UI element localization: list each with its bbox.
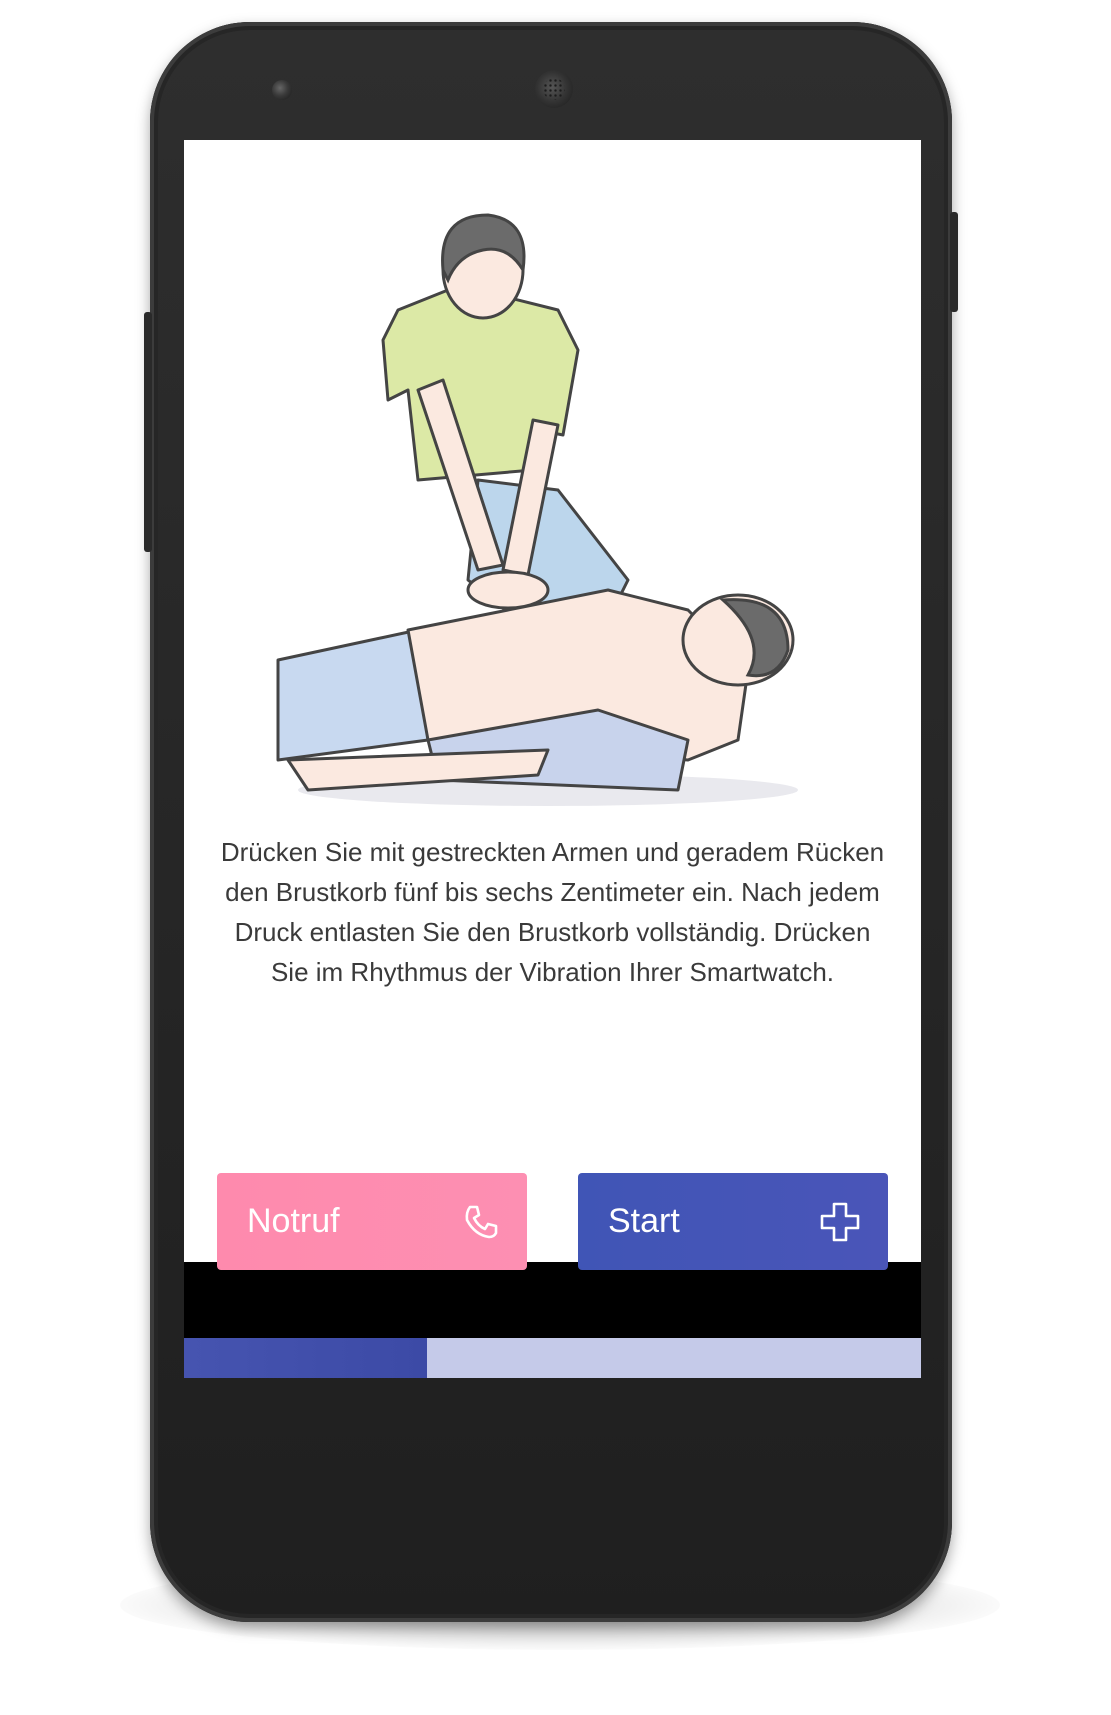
start-button[interactable]: Start bbox=[578, 1173, 888, 1270]
emergency-call-button[interactable]: Notruf bbox=[217, 1173, 527, 1270]
cpr-illustration bbox=[276, 213, 798, 806]
volume-button bbox=[144, 312, 152, 552]
earpiece-speaker bbox=[535, 70, 573, 108]
progress-fill bbox=[184, 1338, 428, 1378]
phone-icon bbox=[465, 1205, 498, 1238]
plus-icon bbox=[820, 1202, 860, 1241]
emergency-call-label: Notruf bbox=[247, 1202, 340, 1240]
instruction-text: Drücken Sie mit gestreckten Armen und ge… bbox=[220, 837, 885, 987]
phone-frame: Drücken Sie mit gestreckten Armen und ge… bbox=[144, 22, 958, 1622]
screen: Drücken Sie mit gestreckten Armen und ge… bbox=[184, 140, 921, 1378]
start-label: Start bbox=[608, 1202, 680, 1240]
app-content: Drücken Sie mit gestreckten Armen und ge… bbox=[184, 140, 921, 1270]
power-button bbox=[950, 212, 958, 312]
front-camera bbox=[272, 80, 292, 100]
progress-bar bbox=[184, 1338, 921, 1378]
